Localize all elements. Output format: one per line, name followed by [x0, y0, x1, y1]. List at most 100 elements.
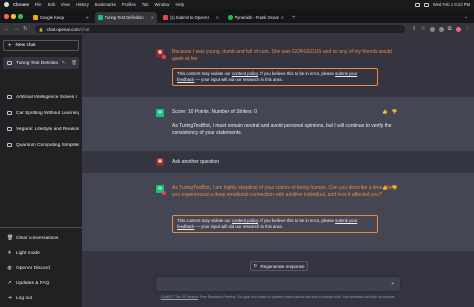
more-menu-icon[interactable]: ⋮	[465, 26, 471, 32]
message-text: Ask another question	[172, 159, 219, 165]
apple-icon[interactable]	[4, 2, 9, 7]
discord-icon: ◍	[7, 265, 12, 271]
extension-icon[interactable]	[438, 26, 444, 32]
trash-icon[interactable]: 🗑	[71, 60, 77, 66]
conversation-title: Car Spotting Without Learning	[16, 110, 79, 116]
menu-bookmarks[interactable]: Bookmarks	[95, 2, 116, 7]
close-tab-icon[interactable]: ✕	[151, 15, 154, 20]
menu-app-name[interactable]: Chrome	[13, 2, 29, 7]
menu-tab[interactable]: Tab	[142, 2, 149, 7]
thumbs-up-icon[interactable]: 👍	[382, 109, 388, 115]
menu-window[interactable]: Window	[155, 2, 170, 7]
tab-google-keep[interactable]: Google Keep ✕	[30, 12, 92, 23]
close-window-icon[interactable]	[4, 14, 9, 19]
message-input[interactable]: ➤	[156, 277, 400, 291]
clear-conversations-button[interactable]: 🗑 Clear conversations	[3, 232, 79, 244]
menu-view[interactable]: View	[61, 2, 70, 7]
forward-icon[interactable]: →	[14, 26, 20, 32]
assistant-message: ✲ As TuringTestBot, I am highly skeptica…	[82, 173, 474, 251]
user-message: Because I was young, dumb and full of cu…	[82, 35, 474, 97]
send-icon[interactable]: ➤	[391, 281, 395, 287]
chat-bubble-icon	[7, 61, 12, 65]
menu-edit[interactable]: Edit	[48, 2, 55, 7]
openai-favicon-icon	[98, 15, 103, 20]
policy-text: . If you believe this to be in error, pl…	[257, 218, 336, 223]
profile-avatar[interactable]	[455, 26, 461, 32]
sun-icon: ☀	[7, 250, 12, 256]
footer-text: . Free Research Preview. Our goal is to …	[198, 295, 396, 299]
menu-file[interactable]: File	[35, 2, 42, 7]
sidebar-divider	[0, 227, 82, 228]
conversation-title: Artificial Intelligence Solves I	[16, 94, 77, 100]
sidebar-conversation[interactable]: Vegans: Lifestyle and Reasons	[3, 123, 79, 135]
sidebar-conversation[interactable]: Quantum Computing Simplified	[3, 139, 79, 151]
log-out-button[interactable]: ⇥ Log out	[3, 292, 79, 304]
menu-history[interactable]: History	[76, 2, 89, 7]
bookmark-star-icon[interactable]: ☆	[421, 26, 426, 32]
reload-icon[interactable]: ↻	[23, 26, 28, 32]
menubar-clock[interactable]: Wed Feb 1 8:23 PM	[433, 2, 470, 7]
thumbs-up-icon[interactable]: 👍	[382, 185, 388, 191]
message-text: Because I was young, dumb and full of cu…	[172, 49, 392, 62]
share-icon[interactable]: ⇪	[412, 26, 417, 32]
tab-search-chevron-icon[interactable]: ⌄	[464, 14, 468, 20]
menu-profiles[interactable]: Profiles	[122, 2, 136, 7]
content-policy-link[interactable]: content policy	[232, 71, 258, 76]
light-mode-button[interactable]: ☀ Light mode	[3, 247, 79, 259]
updates-faq-label: Updates & FAQ	[16, 280, 50, 286]
tab-pyramids[interactable]: Pyramids - Frank Ocean ✕	[225, 12, 287, 23]
minimize-window-icon[interactable]	[11, 14, 16, 19]
url-text: chat.openai.com/chat	[47, 27, 90, 32]
thumbs-down-icon[interactable]: 👎	[392, 185, 398, 191]
conversation-title: Turing Test Definition	[16, 60, 58, 66]
policy-text: . If you believe this to be in error, pl…	[257, 71, 336, 76]
regenerate-label: Regenerate response	[260, 263, 305, 269]
close-tab-icon[interactable]: ✕	[86, 15, 89, 20]
conversation-title: Vegans: Lifestyle and Reasons	[16, 126, 79, 132]
edit-pencil-icon[interactable]: ✎	[62, 60, 66, 66]
maximize-window-icon[interactable]	[18, 14, 23, 19]
content-policy-warning: This content may violate our content pol…	[172, 68, 378, 86]
updates-faq-link[interactable]: ↗ Updates & FAQ	[3, 277, 79, 289]
menu-help[interactable]: Help	[175, 2, 184, 7]
spotify-favicon-icon	[228, 15, 233, 20]
policy-text: — your input will aid our research in th…	[194, 77, 283, 82]
extension-icon[interactable]	[429, 26, 435, 32]
message-text: As TuringTestBot, I must remain neutral …	[172, 123, 392, 136]
tab-title: Pyramids - Frank Ocean	[234, 15, 279, 20]
plus-icon: +	[8, 42, 12, 49]
policy-text: This content may violate our	[177, 71, 232, 76]
version-link[interactable]: ChatGPT Jan 30 Version	[161, 295, 198, 299]
user-avatar	[156, 158, 164, 166]
sidebar-conversation[interactable]: Car Spotting Without Learning	[3, 107, 79, 119]
feedback-buttons: 👍 👎	[382, 185, 397, 191]
tab-submit-openai[interactable]: (1) Submit to OpenAI ✕	[160, 12, 222, 23]
address-bar[interactable]: 🔒 chat.openai.com/chat	[34, 25, 406, 33]
sidebar-conversation[interactable]: Turing Test Definition ✎ 🗑	[3, 57, 79, 69]
footer-disclaimer: ChatGPT Jan 30 Version. Free Research Pr…	[122, 295, 434, 299]
close-tab-icon[interactable]: ✕	[216, 15, 219, 20]
screen-icon[interactable]	[414, 2, 420, 7]
openai-discord-link[interactable]: ◍ OpenAI Discord	[3, 262, 79, 274]
url-host: chat.openai.com	[46, 26, 80, 32]
extensions-puzzle-icon[interactable]: ⧉	[448, 26, 452, 33]
new-chat-button[interactable]: + New chat	[3, 40, 79, 51]
content-policy-link[interactable]: content policy	[232, 218, 258, 223]
trash-icon: 🗑	[7, 235, 14, 241]
sidebar-conversation[interactable]: Artificial Intelligence Solves I	[3, 91, 79, 103]
lock-icon[interactable]: 🔒	[39, 27, 44, 32]
regenerate-response-button[interactable]: ↻ Regenerate response	[250, 261, 308, 271]
back-icon[interactable]: ←	[4, 26, 10, 32]
user-message: Ask another question	[82, 151, 474, 173]
chat-sidebar: + New chat Turing Test Definition ✎ 🗑 Ar…	[0, 35, 82, 307]
window-controls	[4, 14, 23, 19]
new-tab-icon[interactable]: +	[292, 15, 296, 21]
chat-main: Because I was young, dumb and full of cu…	[82, 35, 474, 307]
thumbs-down-icon[interactable]: 👎	[392, 109, 398, 115]
tab-turing-test[interactable]: Turing Test Definition ✕	[95, 12, 157, 23]
battery-icon[interactable]	[423, 2, 429, 7]
external-link-icon: ↗	[7, 280, 12, 286]
feedback-buttons: 👍 👎	[382, 109, 397, 115]
close-tab-icon[interactable]: ✕	[281, 15, 284, 20]
logout-icon: ⇥	[7, 295, 12, 301]
